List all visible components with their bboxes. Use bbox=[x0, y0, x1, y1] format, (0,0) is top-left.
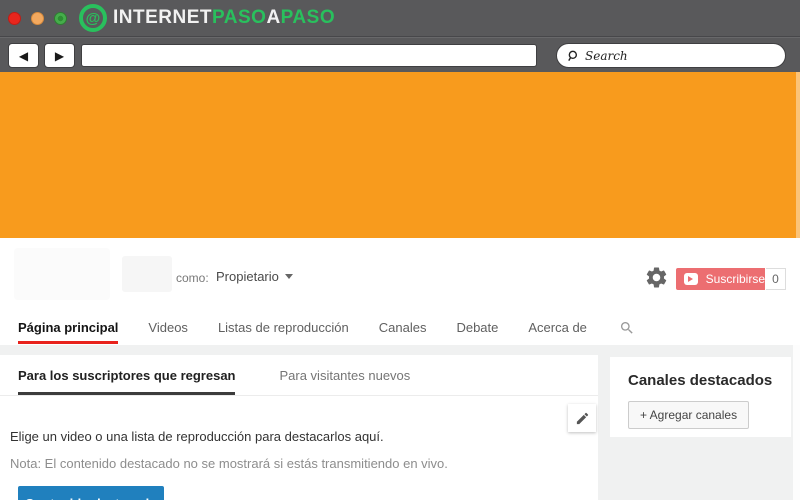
titlebar: @ INTERNET PASO A PASO bbox=[0, 0, 800, 37]
viewing-as-label: como: bbox=[176, 271, 209, 285]
subscribe-button[interactable]: Suscribirse bbox=[676, 268, 765, 290]
role-value: Propietario bbox=[216, 269, 279, 284]
caret-down-icon bbox=[284, 274, 293, 279]
subscriber-count-badge: 0 bbox=[766, 268, 786, 290]
internet-paso-a-paso-logo: @ INTERNET PASO A PASO bbox=[79, 4, 335, 32]
channel-avatar-blurred bbox=[14, 248, 110, 300]
featured-content-card: Para los suscriptores que regresan Para … bbox=[0, 355, 598, 500]
channel-settings-button[interactable] bbox=[644, 265, 669, 290]
channel-header: como: Propietario Suscribirse 0 bbox=[0, 238, 800, 310]
logo-word-paso1: PASO bbox=[212, 7, 267, 28]
logo-at-icon: @ bbox=[79, 4, 107, 32]
subscribe-label: Suscribirse bbox=[705, 272, 765, 286]
subtab-suscriptores-que-regresan[interactable]: Para los suscriptores que regresan bbox=[18, 355, 236, 395]
search-icon bbox=[568, 50, 578, 61]
add-channels-button[interactable]: + Agregar canales bbox=[628, 401, 750, 429]
contenido-destacado-button[interactable]: Contenido destacado bbox=[18, 486, 164, 500]
choose-video-text: Elige un video o una lista de reproducci… bbox=[10, 429, 384, 444]
featured-subtabs: Para los suscriptores que regresan Para … bbox=[0, 355, 598, 396]
tab-acerca-de[interactable]: Acerca de bbox=[528, 310, 587, 345]
edit-featured-button[interactable] bbox=[568, 404, 596, 432]
browser-toolbar: ◀ ▶ Search bbox=[0, 37, 800, 72]
tab-videos[interactable]: Videos bbox=[148, 310, 188, 345]
back-arrow-icon: ◀ bbox=[18, 48, 29, 63]
minimize-window-button[interactable] bbox=[31, 11, 44, 25]
browser-search-field[interactable]: Search bbox=[556, 43, 786, 68]
featured-channels-card: Canales destacados + Agregar canales bbox=[610, 357, 791, 437]
back-button[interactable]: ◀ bbox=[8, 43, 39, 68]
banner-edge-strip bbox=[796, 72, 800, 238]
address-bar[interactable] bbox=[81, 44, 537, 67]
channel-banner bbox=[0, 72, 800, 238]
logo-word-paso2: PASO bbox=[280, 7, 336, 28]
subtab-visitantes-nuevos[interactable]: Para visitantes nuevos bbox=[279, 355, 410, 395]
scrollbar-track[interactable] bbox=[793, 345, 800, 500]
tab-debate[interactable]: Debate bbox=[456, 310, 498, 345]
featured-channels-title: Canales destacados bbox=[628, 372, 773, 389]
tab-listas-de-reproduccion[interactable]: Listas de reproducción bbox=[218, 310, 349, 345]
logo-text: INTERNET PASO A PASO bbox=[113, 7, 335, 29]
page-background: Para los suscriptores que regresan Para … bbox=[0, 345, 793, 500]
logo-word-a: A bbox=[266, 7, 281, 28]
pencil-icon bbox=[576, 412, 588, 424]
channel-tabs: Página principal Videos Listas de reprod… bbox=[0, 310, 800, 345]
logo-word-internet: INTERNET bbox=[113, 7, 212, 28]
browser-window: @ INTERNETPASOAPASO ◀ ▶ Search como: bbox=[0, 0, 800, 500]
search-icon bbox=[620, 321, 633, 334]
forward-arrow-icon: ▶ bbox=[54, 48, 65, 63]
featured-note-text: Nota: El contenido destacado no se mostr… bbox=[10, 456, 448, 471]
youtube-play-icon bbox=[684, 273, 698, 285]
tab-canales[interactable]: Canales bbox=[379, 310, 427, 345]
gear-icon bbox=[646, 267, 667, 288]
close-window-button[interactable] bbox=[8, 11, 21, 25]
role-dropdown[interactable]: Propietario bbox=[216, 269, 293, 284]
search-placeholder: Search bbox=[585, 48, 628, 63]
forward-button[interactable]: ▶ bbox=[44, 43, 75, 68]
maximize-window-button[interactable] bbox=[54, 11, 67, 25]
channel-search-button[interactable] bbox=[619, 310, 635, 345]
channel-name-blurred bbox=[122, 256, 172, 292]
tab-pagina-principal[interactable]: Página principal bbox=[18, 310, 119, 345]
